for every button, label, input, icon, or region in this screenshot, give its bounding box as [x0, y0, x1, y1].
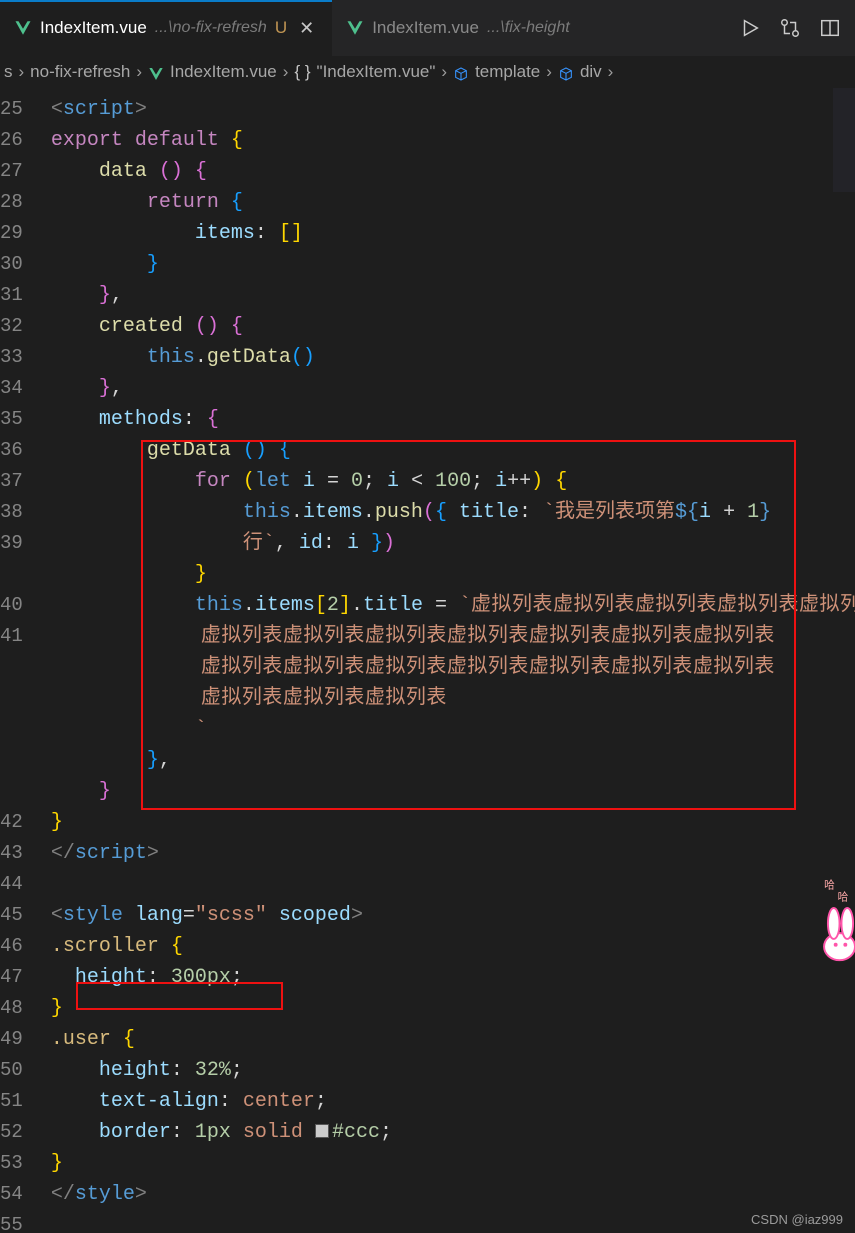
cube-icon	[558, 66, 574, 82]
minimap[interactable]	[833, 88, 855, 348]
vue-icon	[346, 19, 364, 37]
run-icon[interactable]	[739, 17, 761, 39]
tab-dir: ...\fix-height	[487, 19, 570, 37]
crumb[interactable]: IndexItem.vue	[170, 62, 277, 82]
close-icon[interactable]: ✕	[295, 18, 318, 39]
crumb[interactable]: s	[4, 62, 13, 82]
crumb[interactable]: no-fix-refresh	[30, 62, 130, 82]
editor-area[interactable]: 252627282930313233343536373839 4041 4243…	[0, 88, 855, 1233]
tab-dir: ...\no-fix-refresh	[155, 19, 267, 37]
git-compare-icon[interactable]	[779, 17, 801, 39]
vue-icon	[14, 19, 32, 37]
watermark: CSDN @iaz999	[751, 1212, 843, 1227]
chevron-right-icon: ›	[608, 62, 614, 82]
code-content[interactable]: <script> export default { data () { retu…	[51, 88, 855, 1233]
chevron-right-icon: ›	[441, 62, 447, 82]
chevron-right-icon: ›	[136, 62, 142, 82]
tab-title: IndexItem.vue	[40, 18, 147, 38]
chevron-right-icon: ›	[546, 62, 552, 82]
chevron-right-icon: ›	[19, 62, 25, 82]
color-swatch-icon	[315, 1124, 329, 1138]
vue-icon	[148, 66, 164, 82]
editor-tab-bar: IndexItem.vue ...\no-fix-refresh U ✕ Ind…	[0, 0, 855, 56]
tab-inactive[interactable]: IndexItem.vue ...\fix-height	[332, 0, 583, 56]
tab-title: IndexItem.vue	[372, 18, 479, 38]
split-editor-icon[interactable]	[819, 17, 841, 39]
tab-git-status: U	[275, 18, 287, 38]
line-number-gutter: 252627282930313233343536373839 4041 4243…	[0, 88, 51, 1233]
code-pre[interactable]: <script> export default { data () { retu…	[51, 94, 855, 1210]
tab-active[interactable]: IndexItem.vue ...\no-fix-refresh U ✕	[0, 0, 332, 56]
crumb[interactable]: template	[475, 62, 540, 82]
crumb[interactable]: div	[580, 62, 602, 82]
tab-actions	[739, 0, 855, 56]
breadcrumb[interactable]: s › no-fix-refresh › IndexItem.vue › { }…	[0, 56, 855, 88]
cube-icon	[453, 66, 469, 82]
crumb[interactable]: "IndexItem.vue"	[317, 62, 436, 82]
braces-icon: { }	[294, 62, 310, 82]
chevron-right-icon: ›	[283, 62, 289, 82]
